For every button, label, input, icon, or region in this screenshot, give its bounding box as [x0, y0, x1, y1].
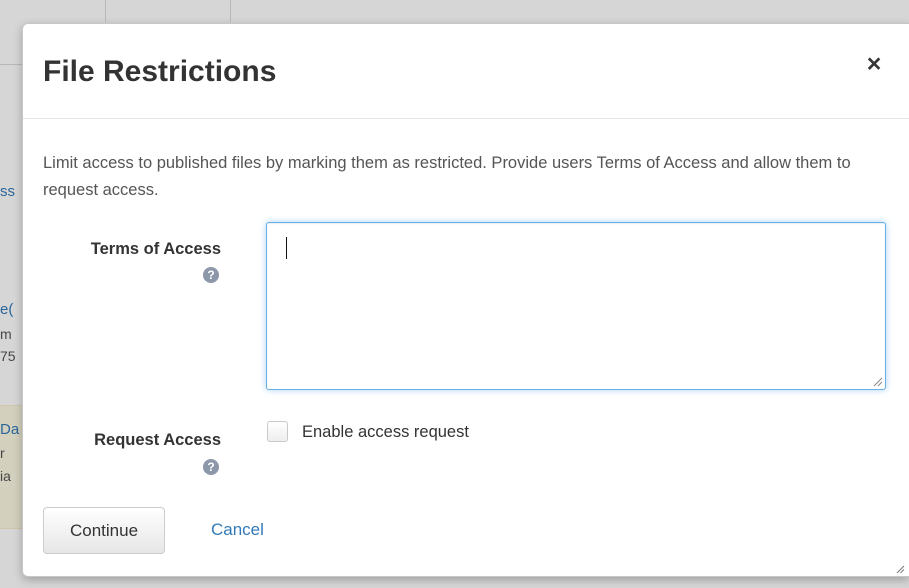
- close-icon[interactable]: ×: [861, 50, 887, 78]
- text-cursor: [286, 237, 287, 259]
- terms-of-access-textarea[interactable]: [266, 222, 886, 390]
- terms-of-access-label: Terms of Access: [90, 240, 221, 258]
- cancel-button[interactable]: Cancel: [211, 518, 264, 542]
- modal-title: File Restrictions: [43, 55, 277, 88]
- modal-header: File Restrictions ×: [23, 24, 909, 119]
- modal-description: Limit access to published files by marki…: [43, 154, 851, 199]
- continue-button[interactable]: Continue: [43, 507, 165, 554]
- question-circle-icon[interactable]: ?: [203, 459, 219, 475]
- resize-grip-icon[interactable]: [895, 564, 905, 574]
- request-access-label: Request Access: [94, 431, 221, 449]
- question-circle-icon[interactable]: ?: [203, 267, 219, 283]
- file-restrictions-modal: File Restrictions × Limit access to publ…: [22, 23, 909, 577]
- resize-grip-icon[interactable]: [872, 376, 883, 387]
- enable-access-request-label[interactable]: Enable access request: [302, 421, 469, 443]
- enable-access-request-checkbox[interactable]: [267, 421, 288, 442]
